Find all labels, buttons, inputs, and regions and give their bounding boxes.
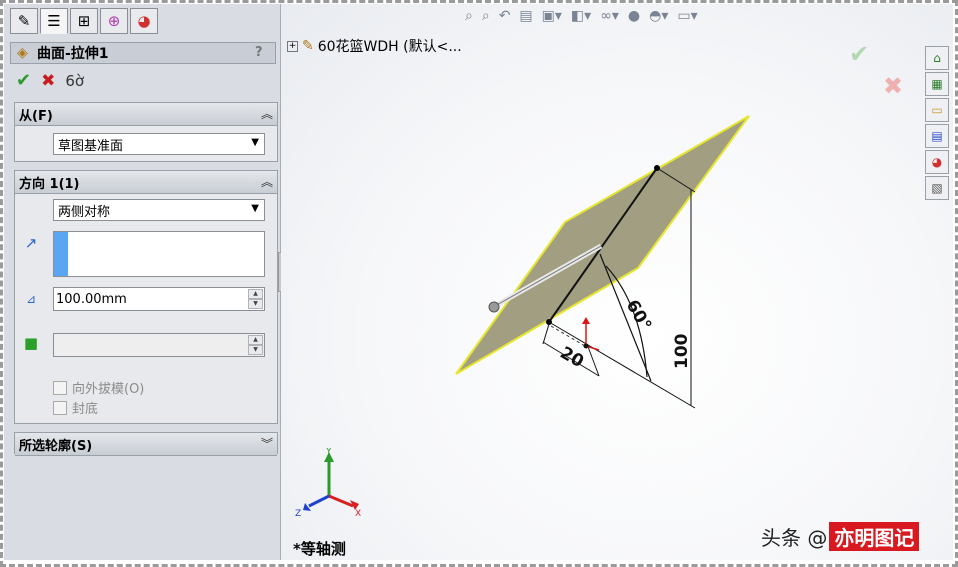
height-dimension[interactable]: 100 <box>672 333 692 369</box>
draft-cube-icon[interactable]: ■ <box>21 333 41 353</box>
view-orientation-label: *等轴测 <box>293 540 346 558</box>
cap-end-checkbox[interactable]: 封底 <box>53 398 98 417</box>
draft-spinner[interactable]: ▲ ▼ <box>248 335 263 355</box>
property-manager-panel: ✎ ☰ ⊞ ⊕ ◕ ◈ 曲面-拉伸1 ? ✔ ✖ 6ờ 从(F) ︽ 草图基准面… <box>4 4 281 560</box>
width-extension-line <box>542 323 550 345</box>
angle-dimension[interactable]: 60° <box>622 297 655 335</box>
dropdown-arrow-icon[interactable]: ▼ <box>251 137 259 148</box>
from-select-value: 草图基准面 <box>58 138 124 154</box>
draft-angle-input[interactable]: ▲ ▼ <box>53 333 265 357</box>
watermark-brand: 亦明图记 <box>829 522 920 551</box>
depth-spinner[interactable]: ▲ ▼ <box>248 289 263 309</box>
help-button[interactable]: ? <box>255 45 269 61</box>
checkbox-box[interactable] <box>53 380 67 395</box>
configuration-manager-tab[interactable]: ⊞ <box>70 8 98 34</box>
selected-contours-title: 所选轮廓(S) <box>19 438 93 454</box>
feature-title-bar: ◈ 曲面-拉伸1 ? <box>10 42 276 64</box>
glasses-icon: 6ờ <box>65 71 85 90</box>
selected-contours-header[interactable]: 所选轮廓(S) ︾ <box>15 433 277 456</box>
crosshair-icon: ⊕ <box>107 12 121 30</box>
y-axis-label: Y <box>325 448 332 457</box>
extrude-feature-icon: ◈ <box>17 45 28 61</box>
z-axis-label: Z <box>295 509 301 518</box>
z-axis <box>308 494 330 508</box>
x-axis <box>328 494 354 508</box>
property-list-icon: ☰ <box>47 12 61 30</box>
feature-title: 曲面-拉伸1 <box>37 46 109 62</box>
end-condition-select[interactable]: 两侧对称 ▼ <box>53 199 265 221</box>
expand-down-icon[interactable]: ︾ <box>261 435 273 452</box>
direction1-group-title: 方向 1(1) <box>19 176 80 192</box>
direction1-group: 方向 1(1) ︽ 两侧对称 ▼ ↗ ⊿ 100.00mm ▲ ▼ ■ ▲ ▼ 向外… <box>14 170 278 424</box>
collapse-up-icon[interactable]: ︽ <box>261 105 273 122</box>
dropdown-arrow-icon[interactable]: ▼ <box>251 203 259 214</box>
cancel-button[interactable]: ✖ <box>41 71 55 91</box>
from-group: 从(F) ︽ 草图基准面 ▼ <box>14 102 278 162</box>
end-condition-value: 两侧对称 <box>58 204 111 220</box>
manager-tabs: ✎ ☰ ⊞ ⊕ ◕ <box>10 8 158 38</box>
detailed-preview-button[interactable]: 6ờ <box>65 72 84 90</box>
feature-tree-icon: ✎ <box>17 12 31 30</box>
depth-dimension-icon: ⊿ <box>25 292 37 306</box>
direction1-group-header[interactable]: 方向 1(1) ︽ <box>15 171 277 194</box>
watermark: 头条 @ 亦明图记 <box>761 522 920 551</box>
direction-selection-box[interactable] <box>53 231 265 277</box>
cap-end-label: 封底 <box>72 402 99 417</box>
from-select[interactable]: 草图基准面 ▼ <box>53 133 265 155</box>
checkbox-box[interactable] <box>53 400 67 415</box>
ok-button[interactable]: ✔ <box>16 70 31 91</box>
feature-manager-tab[interactable]: ✎ <box>10 8 38 34</box>
selected-contours-group: 所选轮廓(S) ︾ <box>14 432 278 456</box>
drag-handle-ball[interactable] <box>488 301 500 313</box>
sketch-origin-point <box>583 343 589 349</box>
depth-value: 100.00mm <box>56 291 127 307</box>
color-wheel-icon: ◕ <box>137 12 151 30</box>
x-axis-label: X <box>355 509 361 518</box>
display-manager-tab[interactable]: ◕ <box>130 8 158 34</box>
graphics-area[interactable]: ⌕ ⌕ ↶ ▤ ▣▾ ◧▾ ∞▾ ● ◓▾ ▭▾ + ✎ 60花篮WDH (默认… <box>281 4 953 560</box>
origin-y-arrowhead <box>582 317 590 324</box>
direction-arrow-icon: ↗ <box>24 234 38 252</box>
from-group-title: 从(F) <box>19 108 53 124</box>
depth-input[interactable]: 100.00mm ▲ ▼ <box>53 287 265 311</box>
from-group-header[interactable]: 从(F) ︽ <box>15 103 277 126</box>
coordinate-triad: Y X Z <box>295 448 361 518</box>
draft-outward-label: 向外拔模(O) <box>72 382 145 397</box>
active-selection-indicator <box>54 232 68 276</box>
watermark-prefix: 头条 @ <box>761 526 828 550</box>
draft-outward-checkbox[interactable]: 向外拔模(O) <box>53 378 144 397</box>
dimxpert-manager-tab[interactable]: ⊕ <box>100 8 128 34</box>
configuration-icon: ⊞ <box>77 12 91 30</box>
model-view: 60° 100 20 <box>455 115 750 409</box>
width-dimension[interactable]: 20 <box>557 343 588 372</box>
property-manager-tab[interactable]: ☰ <box>40 8 68 34</box>
collapse-up-icon[interactable]: ︽ <box>261 173 273 190</box>
action-buttons: ✔ ✖ 6ờ <box>16 70 84 91</box>
